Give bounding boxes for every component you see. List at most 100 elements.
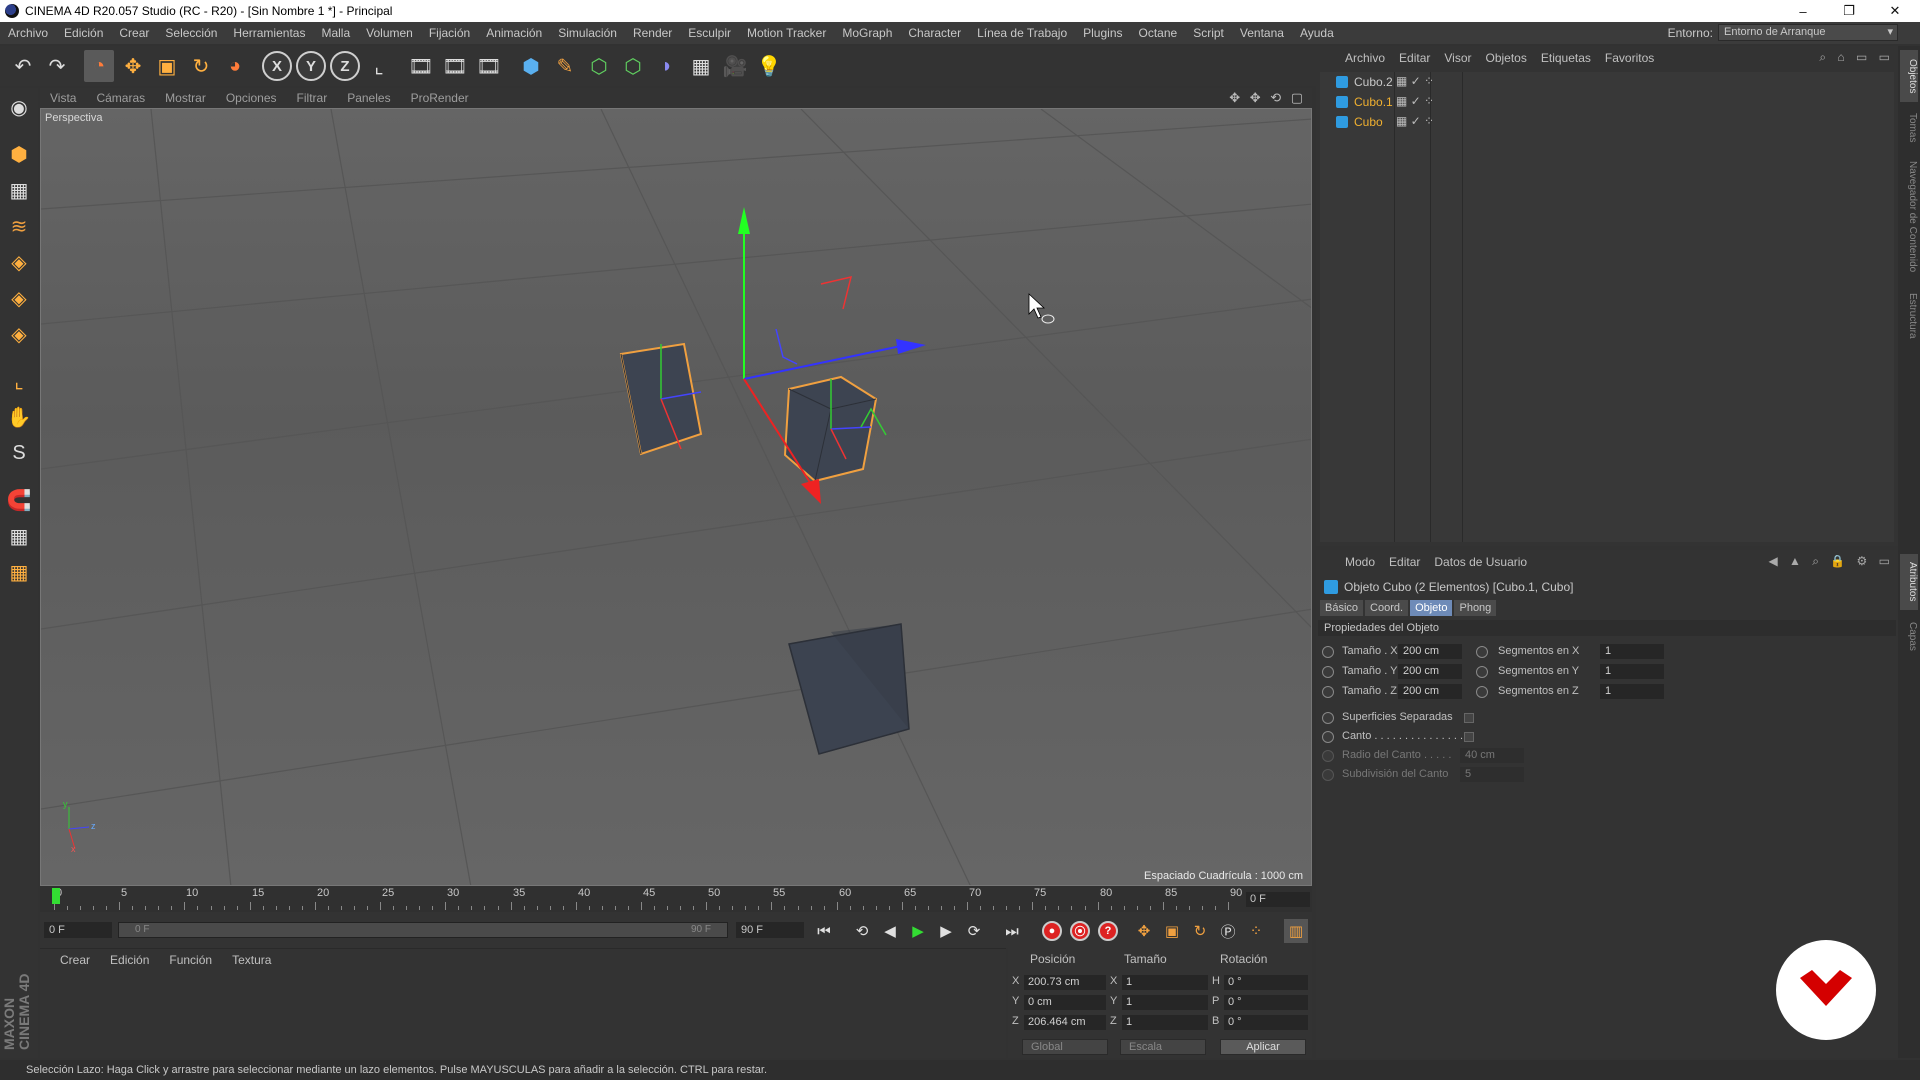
undo-icon[interactable]: ↶ [8, 50, 38, 82]
start-frame-field[interactable]: 0 F [44, 922, 112, 938]
object-row-cubo2[interactable]: Cubo.2 ▦ ✓ ⁘ [1320, 72, 1894, 92]
cloner-icon[interactable]: ⬡ [618, 50, 648, 82]
viewport-menu-paneles[interactable]: Paneles [337, 91, 400, 105]
menu-plugins[interactable]: Plugins [1075, 26, 1130, 40]
tab-coord[interactable]: Coord. [1365, 600, 1409, 616]
close-button[interactable]: ✕ [1872, 0, 1918, 22]
apply-button[interactable]: Aplicar [1220, 1039, 1306, 1055]
end-frame-field[interactable]: 90 F [736, 922, 804, 938]
scale-icon[interactable]: ▣ [152, 50, 182, 82]
coordinate-system-icon[interactable]: ⌞ [364, 50, 394, 82]
key-scale-icon[interactable]: ▣ [1160, 919, 1184, 943]
size-z-input[interactable]: 200 cm [1398, 684, 1462, 699]
key-pla-icon[interactable]: ⁘ [1244, 919, 1268, 943]
om-menu-archivo[interactable]: Archivo [1338, 51, 1392, 65]
animate-dot-icon[interactable] [1476, 666, 1488, 678]
om-menu-visor[interactable]: Visor [1437, 51, 1478, 65]
record-keyframe-icon[interactable]: ● [1042, 921, 1062, 941]
position-y-field[interactable]: 0 cm [1024, 995, 1106, 1010]
menu-malla[interactable]: Malla [313, 26, 358, 40]
magnet-icon[interactable]: 🧲 [3, 484, 35, 516]
vtab-capas[interactable]: Capas [1900, 616, 1918, 656]
camera-icon[interactable]: 🎥 [720, 50, 750, 82]
make-editable-icon[interactable]: ◉ [3, 91, 35, 123]
fillet-checkbox[interactable] [1464, 732, 1474, 742]
environment-dropdown[interactable]: Entorno de Arranque [1718, 24, 1898, 41]
menu-herramientas[interactable]: Herramientas [225, 26, 313, 40]
am-toolbar-icons[interactable]: ◀ ▲ ⌕ 🔒 ⚙ ▭ [1768, 554, 1894, 569]
minimize-button[interactable]: – [1780, 0, 1826, 22]
key-position-icon[interactable]: ✥ [1132, 919, 1156, 943]
material-menu-crear[interactable]: Crear [50, 953, 100, 967]
menu-linea-de-trabajo[interactable]: Línea de Trabajo [969, 26, 1075, 40]
go-to-end-icon[interactable]: ⏭ [1000, 919, 1024, 943]
next-keyframe-icon[interactable]: ⟳ [962, 919, 986, 943]
axis-mode-icon[interactable]: ⌞ [3, 365, 35, 397]
points-mode-icon[interactable]: ◈ [3, 246, 35, 278]
animate-dot-icon[interactable] [1322, 712, 1334, 724]
material-menu-edicion[interactable]: Edición [100, 953, 159, 967]
deformer-icon[interactable]: ◗ [652, 50, 682, 82]
material-menu-textura[interactable]: Textura [222, 953, 281, 967]
preview-range-slider[interactable]: 0 F 90 F [118, 922, 728, 938]
material-menu-funcion[interactable]: Función [159, 953, 222, 967]
key-rotation-icon[interactable]: ↻ [1188, 919, 1212, 943]
play-icon[interactable]: ▶ [906, 919, 930, 943]
timeline-layout-icon[interactable]: ▥ [1284, 919, 1308, 943]
menu-character[interactable]: Character [900, 26, 969, 40]
size-y-input[interactable]: 200 cm [1398, 664, 1462, 679]
segments-y-input[interactable]: 1 [1600, 664, 1664, 679]
keyframe-selection-icon[interactable]: ? [1098, 921, 1118, 941]
animate-dot-icon[interactable] [1322, 731, 1334, 743]
current-frame-field[interactable]: 0 F [1246, 892, 1310, 907]
object-tags-icons[interactable]: ▦ ✓ ⁘ [1396, 114, 1434, 128]
vtab-estructura[interactable]: Estructura [1900, 286, 1918, 346]
key-parameter-icon[interactable]: Ⓟ [1216, 919, 1240, 943]
tab-basico[interactable]: Básico [1320, 600, 1364, 616]
menu-ventana[interactable]: Ventana [1232, 26, 1292, 40]
object-list[interactable]: Cubo.2 ▦ ✓ ⁘ Cubo.1 ▦ ✓ ⁘ Cubo ▦ ✓ ⁘ [1320, 72, 1894, 542]
menu-edicion[interactable]: Edición [56, 26, 111, 40]
recent-tool-icon[interactable]: ◕ [220, 50, 250, 82]
vtab-atributos[interactable]: Atributos [1900, 554, 1918, 610]
autokey-icon[interactable]: ⦿ [1070, 921, 1090, 941]
position-z-field[interactable]: 206.464 cm [1024, 1015, 1106, 1030]
subdivision-surface-icon[interactable]: ⬡ [584, 50, 614, 82]
edges-mode-icon[interactable]: ◈ [3, 282, 35, 314]
rotation-h-field[interactable]: 0 ° [1224, 975, 1308, 990]
menu-render[interactable]: Render [625, 26, 680, 40]
object-name[interactable]: Cubo.1 [1354, 95, 1393, 109]
animate-dot-icon[interactable] [1322, 666, 1334, 678]
tweak-mode-icon[interactable]: ✋ [3, 401, 35, 433]
rotate-icon[interactable]: ↻ [186, 50, 216, 82]
viewport-menu-prorender[interactable]: ProRender [401, 91, 479, 105]
object-row-cubo1[interactable]: Cubo.1 ▦ ✓ ⁘ [1320, 92, 1894, 112]
rotation-b-field[interactable]: 0 ° [1224, 1015, 1308, 1030]
viewport-menu-mostrar[interactable]: Mostrar [155, 91, 216, 105]
cube-primitive-icon[interactable]: ⬢ [516, 50, 546, 82]
playhead-marker[interactable] [52, 888, 60, 904]
menu-fijacion[interactable]: Fijación [421, 26, 478, 40]
size-x-field[interactable]: 1 [1122, 975, 1208, 990]
size-y-field[interactable]: 1 [1122, 995, 1208, 1010]
menu-ayuda[interactable]: Ayuda [1292, 26, 1342, 40]
am-menu-modo[interactable]: Modo [1338, 555, 1382, 569]
workplane-lock-icon[interactable]: ▦ [3, 520, 35, 552]
viewport-perspective[interactable]: Perspectiva y z x Espaciado Cuadrícula :… [40, 108, 1312, 886]
prev-frame-icon[interactable]: ◀ [878, 919, 902, 943]
render-view-icon[interactable]: 🎞 [406, 50, 436, 82]
segments-x-input[interactable]: 1 [1600, 644, 1664, 659]
viewport-menu-opciones[interactable]: Opciones [216, 91, 287, 105]
viewport-menu-vista[interactable]: Vista [40, 91, 86, 105]
cube-object[interactable] [788, 623, 910, 755]
am-menu-datos-usuario[interactable]: Datos de Usuario [1427, 555, 1534, 569]
menu-crear[interactable]: Crear [111, 26, 157, 40]
floor-icon[interactable]: ▦ [686, 50, 716, 82]
menu-archivo[interactable]: Archivo [0, 26, 56, 40]
menu-octane[interactable]: Octane [1131, 26, 1186, 40]
viewport-nav-icons[interactable]: ✥ ✥ ⟲ ▢ [1229, 90, 1306, 106]
tab-phong[interactable]: Phong [1454, 600, 1497, 616]
om-menu-favoritos[interactable]: Favoritos [1598, 51, 1661, 65]
x-axis-lock-icon[interactable]: X [262, 51, 292, 81]
animate-dot-icon[interactable] [1476, 686, 1488, 698]
